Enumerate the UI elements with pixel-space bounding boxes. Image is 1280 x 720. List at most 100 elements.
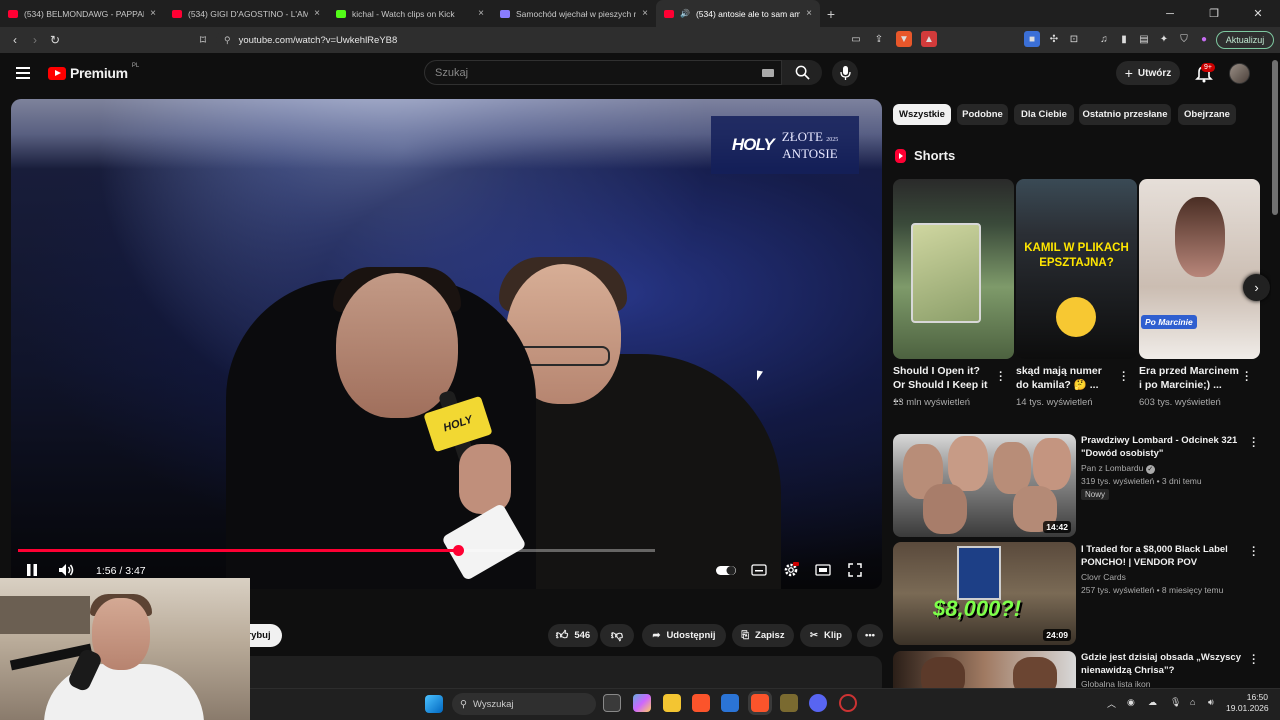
- onedrive-icon[interactable]: ☁: [1148, 697, 1157, 708]
- close-icon[interactable]: ✕: [1236, 0, 1280, 27]
- app-icon[interactable]: [780, 694, 798, 712]
- shorts-next-button[interactable]: ›: [1243, 274, 1270, 301]
- channel-name[interactable]: Pan z Lombardu ✓: [1081, 463, 1155, 474]
- url-field[interactable]: ⚲ youtube.com/watch?v=UwkehlReYB8: [216, 31, 940, 49]
- subtitles-button[interactable]: [750, 562, 768, 578]
- tray-app-icon[interactable]: ◉: [1127, 697, 1135, 708]
- short-title[interactable]: Era przed Marcinem i po Marcinie;) ...: [1139, 364, 1239, 392]
- taskbar-search[interactable]: ⚲ Wyszukaj: [452, 693, 596, 715]
- video-player[interactable]: HOLY HOLY ZŁOTE 2025 ANTOSIE: [11, 99, 882, 589]
- progress-bar[interactable]: [18, 545, 655, 556]
- tab-close-icon[interactable]: ×: [314, 8, 320, 19]
- youtube-logo[interactable]: Premium PL: [48, 63, 139, 81]
- progress-scrubber[interactable]: [453, 545, 464, 556]
- autoplay-toggle[interactable]: [716, 562, 738, 578]
- music-icon[interactable]: ♫: [1096, 31, 1112, 47]
- channel-name[interactable]: Globalna lista ikon: [1081, 679, 1150, 688]
- extension-icon[interactable]: ■: [1024, 31, 1040, 47]
- browser-tab[interactable]: kichal - Watch clips on Kick ×: [328, 0, 492, 27]
- reload-icon[interactable]: ↻: [45, 33, 65, 47]
- video-thumbnail[interactable]: $8,000?! 24:09: [893, 542, 1076, 645]
- task-view-icon[interactable]: [603, 694, 621, 712]
- more-vertical-icon[interactable]: · · ·: [1119, 368, 1129, 387]
- more-vertical-icon[interactable]: · · ·: [1249, 434, 1259, 453]
- browser-tab[interactable]: (534) GIGI D'AGOSTINO - L'AMOUR ×: [164, 0, 328, 27]
- avatar[interactable]: [1229, 63, 1250, 84]
- more-vertical-icon[interactable]: · · ·: [1249, 651, 1259, 670]
- brave-rewards-icon[interactable]: ▲: [921, 31, 937, 47]
- save-button[interactable]: ⎘ Zapisz: [732, 624, 794, 647]
- fullscreen-button[interactable]: [846, 562, 864, 578]
- browser-tab[interactable]: Samochód wjechał w pieszych na Pla ×: [492, 0, 656, 27]
- tab-close-icon[interactable]: ×: [478, 8, 484, 19]
- search-button[interactable]: [782, 60, 822, 85]
- video-title[interactable]: Gdzie jest dzisiaj obsada „Wszyscy niena…: [1081, 651, 1241, 677]
- short-title[interactable]: skąd mają numer do kamila? 🤔 ...: [1016, 364, 1116, 392]
- puzzle-icon[interactable]: ✣: [1046, 31, 1062, 47]
- chip-recent[interactable]: Ostatnio przesłane: [1079, 104, 1171, 125]
- screenshot-icon[interactable]: ⊡: [1066, 31, 1082, 47]
- short-thumbnail[interactable]: Po Marcinie: [1139, 179, 1260, 359]
- share-button[interactable]: ➦ Udostępnij: [642, 624, 726, 647]
- volume-button[interactable]: [57, 562, 75, 578]
- like-button[interactable]: 👍︎ 546: [548, 624, 598, 647]
- miniplayer-button[interactable]: [814, 562, 832, 578]
- more-actions-button[interactable]: •••: [857, 624, 883, 647]
- short-thumbnail[interactable]: KAMIL W PLIKACH EPSZTAJNA?: [1016, 179, 1137, 359]
- brave-shields-icon[interactable]: ▼: [896, 31, 912, 47]
- maximize-icon[interactable]: ❐: [1192, 0, 1236, 27]
- browser-tab[interactable]: (534) BELMONDAWG - PAPPARDELLE ×: [0, 0, 164, 27]
- tab-close-icon[interactable]: ×: [642, 8, 648, 19]
- brave-active-icon[interactable]: [751, 694, 769, 712]
- sidebar-icon[interactable]: ▮: [1116, 31, 1132, 47]
- forward-icon[interactable]: ›: [25, 33, 45, 47]
- chip-for-you[interactable]: Dla Ciebie: [1014, 104, 1074, 125]
- discord-icon[interactable]: [809, 694, 827, 712]
- new-tab-button[interactable]: +: [820, 6, 842, 22]
- minimize-icon[interactable]: ─: [1148, 0, 1192, 27]
- video-thumbnail[interactable]: 14:42: [893, 434, 1076, 537]
- keyboard-icon[interactable]: [762, 69, 774, 77]
- channel-name[interactable]: Clovr Cards: [1081, 572, 1126, 582]
- dislike-button[interactable]: 👎︎: [600, 624, 634, 647]
- mic-tray-icon[interactable]: 🎙︎: [1170, 697, 1181, 708]
- more-vertical-icon[interactable]: · · ·: [1242, 368, 1252, 387]
- bookmark-icon[interactable]: ⌑: [193, 33, 213, 47]
- clip-button[interactable]: ✂ Klip: [800, 624, 852, 647]
- leo-ai-icon[interactable]: ✦: [1156, 31, 1172, 47]
- menu-icon[interactable]: [16, 67, 30, 79]
- tab-close-icon[interactable]: ×: [806, 8, 812, 19]
- chip-all[interactable]: Wszystkie: [893, 104, 951, 125]
- cast-icon[interactable]: ▭: [848, 31, 864, 47]
- chip-watched[interactable]: Obejrzane: [1178, 104, 1236, 125]
- volume-tray-icon[interactable]: 🔊︎: [1208, 697, 1214, 708]
- brave-browser-icon[interactable]: [692, 694, 710, 712]
- video-title[interactable]: I Traded for a $8,000 Black Label PONCHO…: [1081, 543, 1241, 569]
- search-input[interactable]: Szukaj: [424, 60, 782, 85]
- share-icon[interactable]: ⇪: [871, 31, 887, 47]
- network-icon[interactable]: ⌂: [1190, 697, 1195, 707]
- copilot-icon[interactable]: [633, 694, 651, 712]
- settings-button[interactable]: [782, 562, 800, 578]
- more-vertical-icon[interactable]: · · ·: [1249, 543, 1259, 562]
- browser-tab-active[interactable]: 🔊 (534) antosie ale to sam amo ×: [656, 0, 820, 27]
- audio-playing-icon[interactable]: 🔊: [680, 9, 690, 18]
- update-button[interactable]: Aktualizuj: [1216, 31, 1274, 49]
- chip-related[interactable]: Podobne: [957, 104, 1008, 125]
- back-icon[interactable]: ‹: [5, 33, 25, 47]
- tray-chevron-icon[interactable]: ︿: [1107, 697, 1116, 710]
- reading-list-icon[interactable]: ▤: [1136, 31, 1152, 47]
- scrollbar-thumb[interactable]: [1272, 60, 1278, 215]
- store-icon[interactable]: [721, 694, 739, 712]
- taskbar-clock[interactable]: 16:50 19.01.2026: [1226, 692, 1269, 714]
- more-vertical-icon[interactable]: · · ·: [996, 368, 1006, 387]
- windows-start-icon[interactable]: [425, 695, 443, 713]
- create-button[interactable]: + Utwórz: [1116, 61, 1180, 85]
- file-explorer-icon[interactable]: [663, 694, 681, 712]
- video-thumbnail[interactable]: [893, 651, 1076, 688]
- site-info-icon[interactable]: ⚲: [224, 35, 231, 46]
- tab-close-icon[interactable]: ×: [150, 8, 156, 19]
- pause-button[interactable]: [23, 562, 41, 578]
- wallet-icon[interactable]: ●: [1196, 31, 1212, 47]
- obs-icon[interactable]: [839, 694, 857, 712]
